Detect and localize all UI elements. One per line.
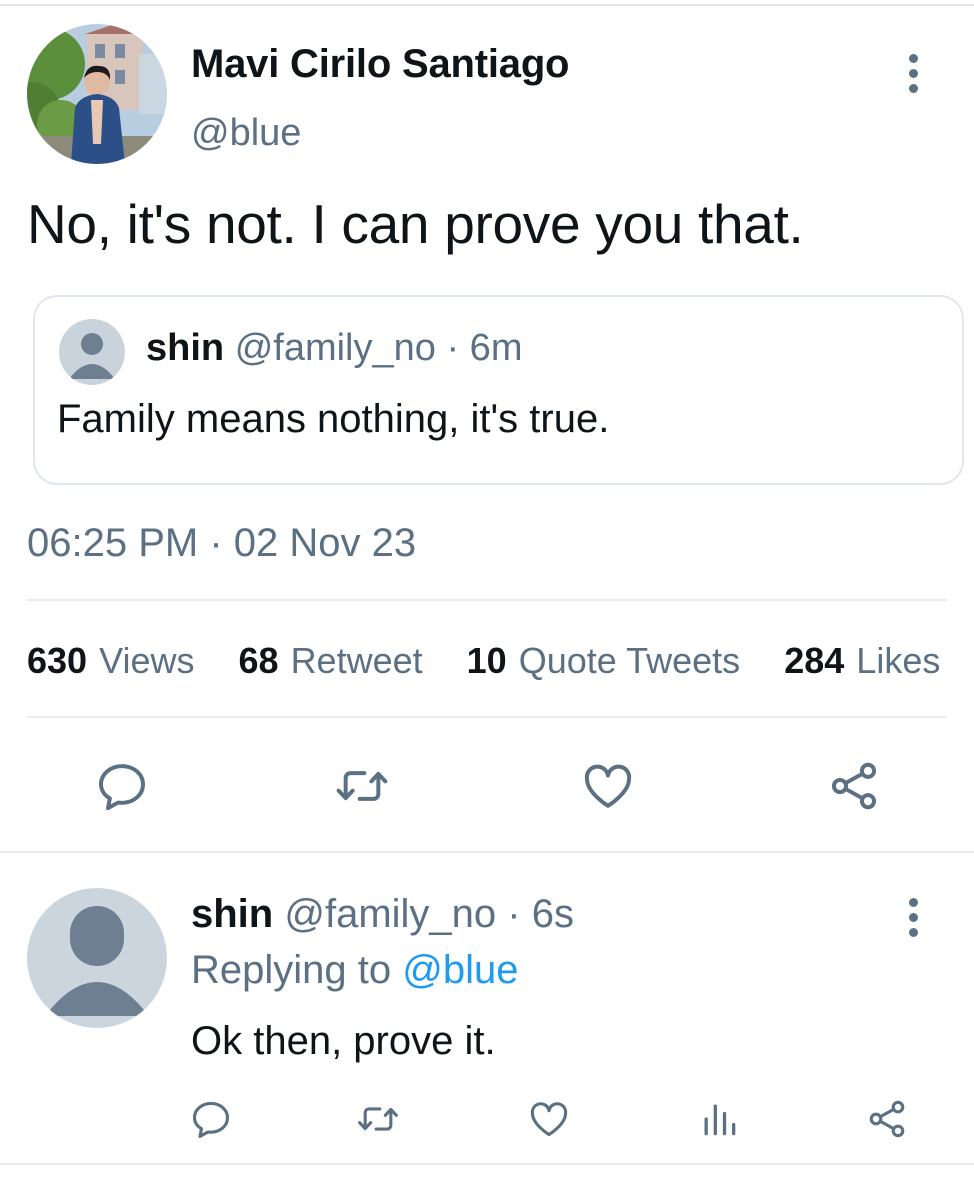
divider xyxy=(27,599,947,601)
reply-author-name[interactable]: shin xyxy=(191,892,273,936)
quoted-author-handle: @family_no xyxy=(234,327,436,369)
quoted-author-name: shin xyxy=(146,327,225,369)
quoted-tweet-card[interactable]: shin @family_no · 6m Family means nothin… xyxy=(33,295,964,485)
likes-stat[interactable]: 284 Likes xyxy=(784,640,940,682)
reply-icon[interactable] xyxy=(189,1097,233,1141)
quoted-tweet-text: Family means nothing, it's true. xyxy=(57,397,610,441)
tweet-text: No, it's not. I can prove you that. xyxy=(27,193,804,255)
share-icon[interactable] xyxy=(826,758,882,814)
tweet-stats: 630 Views 68 Retweet 10 Quote Tweets 284… xyxy=(27,640,940,682)
user-handle[interactable]: @blue xyxy=(191,112,301,155)
replying-to-line: Replying to @blue xyxy=(191,948,518,993)
retweet-icon[interactable] xyxy=(356,1097,400,1141)
replying-to-label: Replying to xyxy=(191,948,392,992)
quote-tweets-stat[interactable]: 10 Quote Tweets xyxy=(467,640,741,682)
retweets-stat[interactable]: 68 Retweet xyxy=(239,640,423,682)
reply-text: Ok then, prove it. xyxy=(191,1019,496,1063)
avatar[interactable] xyxy=(27,24,167,164)
share-icon[interactable] xyxy=(865,1097,909,1141)
reply-author-handle[interactable]: @family_no xyxy=(284,892,496,936)
views-icon[interactable] xyxy=(697,1097,741,1141)
bottom-divider xyxy=(0,1163,974,1165)
like-icon[interactable] xyxy=(580,758,636,814)
default-avatar-icon xyxy=(59,319,125,385)
like-icon[interactable] xyxy=(527,1097,571,1141)
divider xyxy=(27,716,947,718)
retweet-icon[interactable] xyxy=(334,758,390,814)
display-name[interactable]: Mavi Cirilo Santiago xyxy=(191,42,569,87)
quoted-time: · 6m xyxy=(446,327,523,369)
default-avatar-icon[interactable] xyxy=(27,888,167,1028)
reply-time: · 6s xyxy=(507,892,574,936)
more-options-icon[interactable] xyxy=(903,898,923,937)
section-divider xyxy=(0,851,974,853)
tweet-timestamp[interactable]: 06:25 PM · 02 Nov 23 xyxy=(27,521,416,566)
mention-link[interactable]: @blue xyxy=(402,948,518,992)
more-options-icon[interactable] xyxy=(903,54,923,93)
reply-icon[interactable] xyxy=(94,758,150,814)
top-divider xyxy=(0,4,974,6)
views-stat: 630 Views xyxy=(27,640,195,681)
